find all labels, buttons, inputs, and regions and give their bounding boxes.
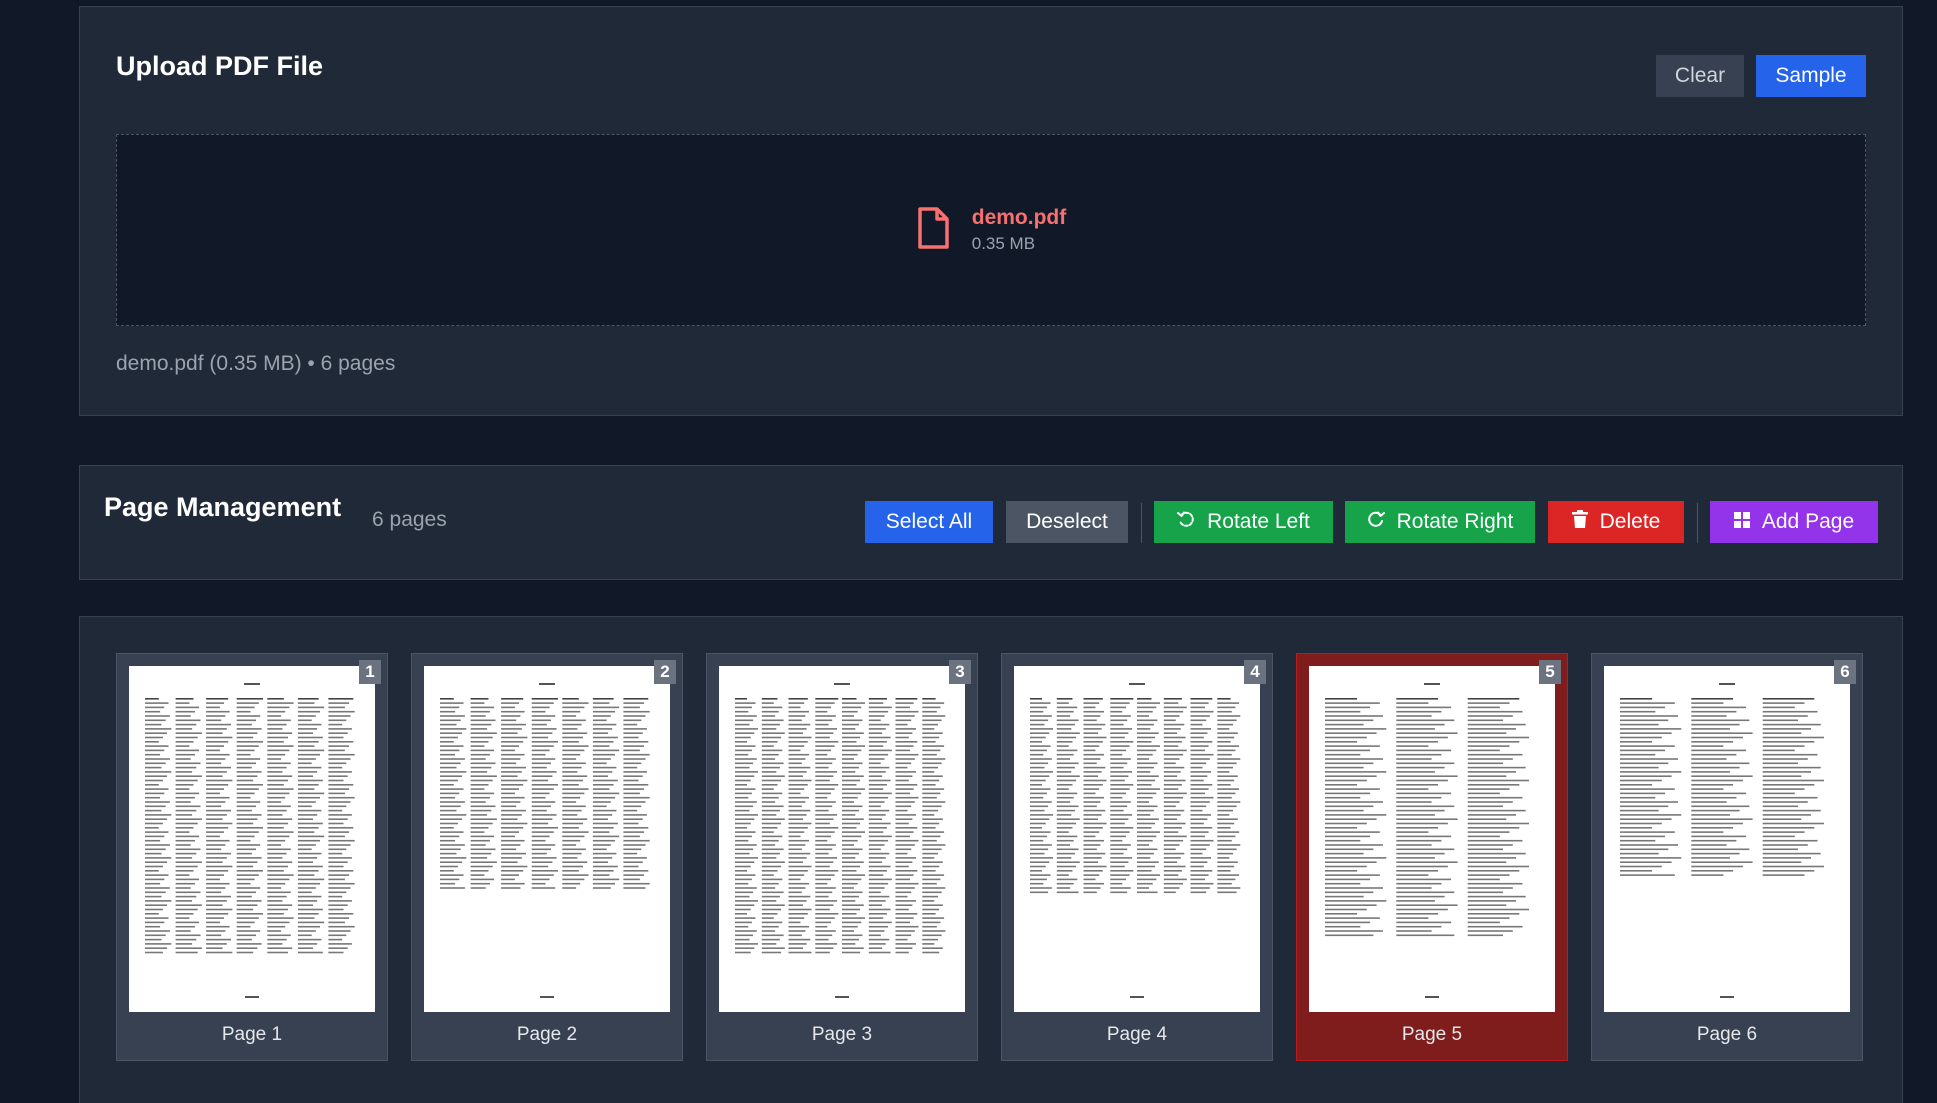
page-card[interactable]: 4 Page 4 bbox=[1001, 653, 1273, 1061]
add-page-label: Add Page bbox=[1761, 510, 1855, 533]
page-label: Page 1 bbox=[221, 1024, 283, 1045]
upload-title: Upload PDF File bbox=[116, 51, 324, 81]
page-card[interactable]: 2 Page 2 bbox=[411, 653, 683, 1061]
file-details: demo.pdf 0.35 MB bbox=[972, 206, 1067, 254]
page-content-lines bbox=[440, 683, 650, 998]
page-label: Page 3 bbox=[811, 1024, 873, 1045]
page-management-toolbar: Page Management 6 pages Select All Desel… bbox=[79, 465, 1903, 580]
rotate-right-icon bbox=[1367, 510, 1385, 534]
page-label: Page 2 bbox=[516, 1024, 578, 1045]
page-grid: 1 Page 1 2 Page 2 3 Page 3 4 Page 4 5 Pa… bbox=[79, 616, 1903, 1103]
page-content-lines bbox=[145, 683, 355, 998]
add-page-button[interactable]: Add Page bbox=[1710, 501, 1878, 543]
page-label: Page 6 bbox=[1696, 1024, 1758, 1045]
rotate-left-button[interactable]: Rotate Left bbox=[1154, 501, 1333, 543]
page-card[interactable]: 1 Page 1 bbox=[116, 653, 388, 1061]
page-thumbnail bbox=[1604, 666, 1850, 1012]
page-number-badge: 6 bbox=[1834, 660, 1856, 684]
page-content-lines bbox=[1325, 683, 1529, 998]
page-number-badge: 2 bbox=[654, 660, 676, 684]
page-label: Page 5 bbox=[1401, 1024, 1463, 1045]
deselect-button[interactable]: Deselect bbox=[1006, 501, 1128, 543]
page-thumbnail bbox=[1014, 666, 1260, 1012]
toolbar-divider bbox=[1141, 503, 1142, 543]
page-number-badge: 1 bbox=[359, 660, 381, 684]
file-icon bbox=[916, 206, 950, 255]
page-content-lines bbox=[1030, 683, 1241, 998]
page-number-badge: 3 bbox=[949, 660, 971, 684]
clear-button[interactable]: Clear bbox=[1656, 55, 1744, 97]
page-count: 6 pages bbox=[372, 508, 447, 531]
select-all-button[interactable]: Select All bbox=[865, 501, 993, 543]
page-management-title: Page Management bbox=[104, 492, 342, 522]
trash-icon bbox=[1571, 510, 1588, 534]
page-content-lines bbox=[1620, 683, 1824, 998]
page-number-badge: 4 bbox=[1244, 660, 1266, 684]
delete-label: Delete bbox=[1599, 510, 1661, 533]
file-size: 0.35 MB bbox=[971, 234, 1036, 253]
page-card[interactable]: 3 Page 3 bbox=[706, 653, 978, 1061]
page-thumbnail bbox=[424, 666, 670, 1012]
file-info: demo.pdf (0.35 MB) • 6 pages bbox=[116, 352, 396, 375]
page-card-selected[interactable]: 5 Page 5 bbox=[1296, 653, 1568, 1061]
toolbar-divider bbox=[1697, 503, 1698, 543]
pdf-dropzone[interactable]: demo.pdf 0.35 MB bbox=[116, 134, 1866, 326]
sample-button[interactable]: Sample bbox=[1756, 55, 1866, 97]
rotate-left-label: Rotate Left bbox=[1207, 510, 1310, 533]
rotate-left-icon bbox=[1177, 510, 1195, 534]
file-name: demo.pdf bbox=[971, 206, 1067, 229]
page-thumbnail bbox=[1309, 666, 1555, 1012]
page-thumbnail bbox=[719, 666, 965, 1012]
rotate-right-label: Rotate Right bbox=[1396, 510, 1514, 533]
upload-panel: Upload PDF File Clear Sample demo.pdf 0.… bbox=[79, 6, 1903, 416]
grid-icon bbox=[1733, 510, 1750, 534]
page-number-badge: 5 bbox=[1539, 660, 1561, 684]
delete-button[interactable]: Delete bbox=[1548, 501, 1684, 543]
page-thumbnail bbox=[129, 666, 375, 1012]
page-label: Page 4 bbox=[1106, 1024, 1168, 1045]
rotate-right-button[interactable]: Rotate Right bbox=[1345, 501, 1535, 543]
page-card[interactable]: 6 Page 6 bbox=[1591, 653, 1863, 1061]
page-content-lines bbox=[735, 683, 946, 998]
